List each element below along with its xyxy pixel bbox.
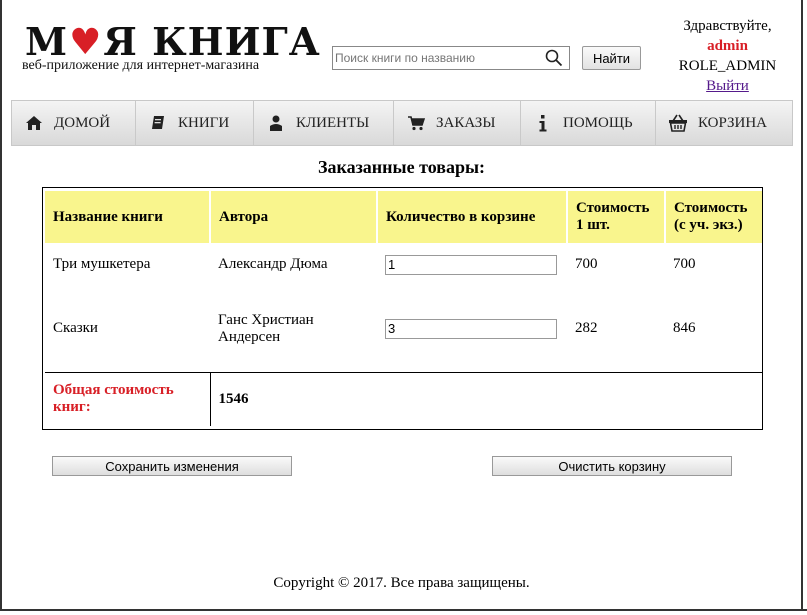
nav-label: ЗАКАЗЫ	[436, 114, 496, 131]
col-header-title: Название книги	[45, 191, 211, 243]
save-changes-button[interactable]: Сохранить изменения	[52, 456, 292, 476]
total-value: 1546	[210, 371, 762, 426]
table-header-row: Название книги Автора Количество в корзи…	[45, 191, 762, 243]
unit-price: 700	[575, 256, 598, 272]
clear-cart-button[interactable]: Очистить корзину	[492, 456, 732, 476]
nav-item-books[interactable]: КНИГИ	[136, 101, 254, 145]
book-title: Три мушкетера	[53, 256, 151, 272]
main-nav: ДОМОЙ КНИГИ КЛИЕНТЫ ЗАКАЗЫ ПОМОЩЬ КОРЗИН…	[11, 100, 793, 146]
table-row: Сказки Ганс Христиан Андерсен 282 846	[45, 286, 762, 372]
bottom-border	[0, 609, 807, 611]
total-row: Общая стоимость книг: 1546	[45, 371, 762, 426]
page-title: Заказанные товары:	[317, 157, 486, 177]
logo[interactable]: М ♥ Я КНИГА	[25, 19, 321, 64]
nav-item-home[interactable]: ДОМОЙ	[12, 101, 136, 145]
logo-text-start: М	[25, 19, 69, 64]
book-author: Ганс Христиан Андерсен	[218, 311, 314, 345]
orders-table-frame: Название книги Автора Количество в корзи…	[42, 187, 763, 430]
nav-item-clients[interactable]: КЛИЕНТЫ	[254, 101, 394, 145]
nav-label: ПОМОЩЬ	[563, 114, 633, 131]
book-icon	[148, 115, 168, 131]
total-label: Общая стоимость книг:	[45, 371, 211, 426]
cart-icon	[406, 115, 426, 131]
unit-price: 282	[575, 320, 598, 337]
user-role: ROLE_ADMIN	[678, 58, 777, 74]
book-title: Сказки	[53, 320, 98, 337]
qty-cell	[377, 286, 567, 372]
search-box	[332, 46, 570, 70]
logo-title: М ♥ Я КНИГА	[25, 19, 321, 64]
nav-label: КНИГИ	[178, 114, 230, 131]
greeting: Здравствуйте,	[683, 18, 772, 34]
col-header-qty: Количество в корзине	[377, 191, 568, 243]
table-row: Три мушкетера Александр Дюма 700 700	[45, 243, 762, 286]
search-icon[interactable]	[542, 47, 566, 69]
logo-subtitle: веб-приложение для интернет-магазина	[22, 58, 260, 73]
heart-icon: ♥	[69, 21, 103, 63]
search-button[interactable]: Найти	[582, 46, 641, 70]
nav-label: КОРЗИНА	[698, 114, 768, 131]
basket-icon	[668, 114, 688, 132]
quantity-input[interactable]	[385, 318, 557, 339]
line-total: 700	[673, 256, 696, 272]
col-header-author: Автора	[210, 191, 378, 243]
info-icon	[533, 114, 553, 132]
username: admin	[707, 38, 748, 54]
qty-cell	[377, 243, 567, 286]
nav-item-orders[interactable]: ЗАКАЗЫ	[394, 101, 521, 145]
col-header-total: Стоимость (с уч. экз.)	[665, 191, 762, 243]
nav-item-cart[interactable]: КОРЗИНА	[656, 101, 792, 145]
home-icon	[24, 115, 44, 131]
quantity-input[interactable]	[385, 254, 557, 275]
user-panel: Здравствуйте, admin ROLE_ADMIN Выйти	[670, 16, 785, 96]
col-header-price: Стоимость 1 шт.	[567, 191, 666, 243]
logout-link[interactable]: Выйти	[706, 78, 749, 94]
nav-label: КЛИЕНТЫ	[296, 114, 370, 131]
nav-item-help[interactable]: ПОМОЩЬ	[521, 101, 656, 145]
search-input[interactable]	[333, 51, 542, 65]
orders-table: Название книги Автора Количество в корзи…	[45, 191, 762, 426]
book-author: Александр Дюма	[218, 256, 328, 272]
nav-label: ДОМОЙ	[54, 114, 111, 131]
line-total: 846	[673, 320, 696, 337]
user-icon	[266, 115, 286, 131]
footer-copyright: Copyright © 2017. Все права защищены.	[273, 575, 530, 591]
logo-text-end: Я КНИГА	[103, 19, 321, 64]
